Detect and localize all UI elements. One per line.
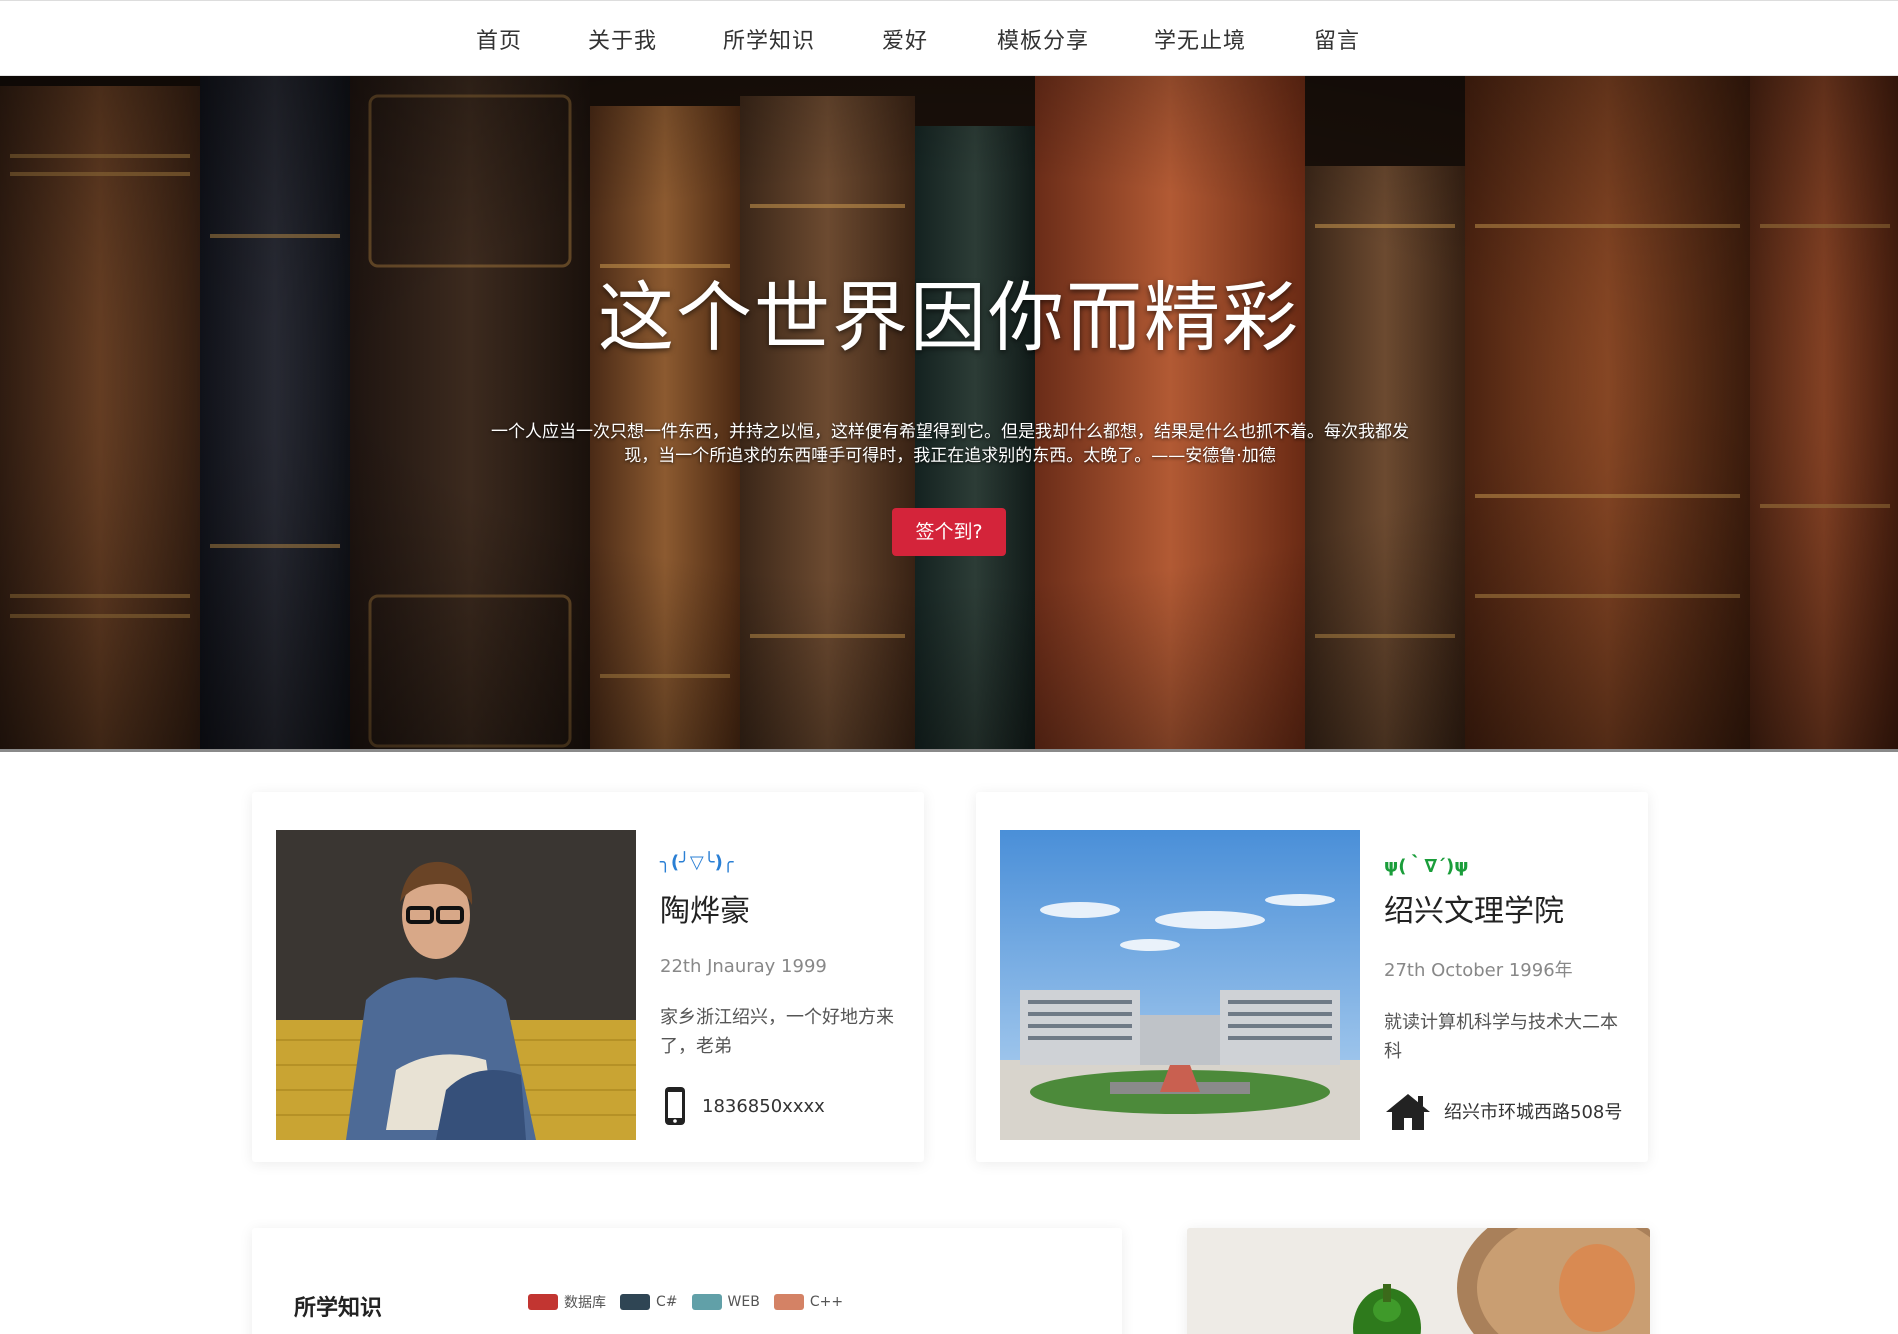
profile-kaomoji: ╮(╯▽╰)╭ <box>660 852 734 873</box>
campus-building-image <box>1000 830 1360 1140</box>
home-icon <box>1386 1094 1430 1130</box>
profile-birthdate: 22th Jnauray 1999 <box>660 956 827 977</box>
nav-item-label: 关于我 <box>588 29 658 54</box>
skills-card: 所学知识 数据库 C# WEB C++ <box>252 1228 1122 1334</box>
nav-item-about[interactable]: 关于我 <box>588 23 657 55</box>
legend-item-database[interactable]: 数据库 <box>528 1292 606 1312</box>
legend-swatch <box>773 1294 804 1310</box>
food-ingredients-image <box>1187 1228 1650 1334</box>
school-info: ψ(｀∇´)ψ 绍兴文理学院 27th October 1996年 就读计算机科… <box>1384 852 1634 1132</box>
nav-item-label: 留言 <box>1314 29 1361 54</box>
hobby-image-card <box>1187 1228 1650 1334</box>
school-description: 就读计算机科学与技术大二本科 <box>1384 1012 1618 1062</box>
mobile-phone-icon <box>665 1087 685 1125</box>
nav-item-templates[interactable]: 模板分享 <box>997 23 1089 55</box>
profile-phone: 1836850xxxx <box>702 1095 825 1117</box>
man-reading-image <box>276 830 636 1140</box>
legend-swatch <box>620 1294 650 1310</box>
profile-card: ╮(╯▽╰)╭ 陶烨豪 22th Jnauray 1999 家乡浙江绍兴，一个好… <box>252 792 924 1162</box>
school-founded-date: 27th October 1996年 <box>1384 960 1573 981</box>
legend-swatch <box>528 1294 558 1310</box>
nav-item-home[interactable]: 首页 <box>476 23 522 55</box>
skills-legend: 数据库 C# WEB C++ <box>528 1292 857 1312</box>
school-address: 绍兴市环城西路508号 <box>1444 1102 1623 1123</box>
legend-label: 数据库 <box>564 1295 606 1311</box>
legend-label: C# <box>656 1294 678 1310</box>
hero-title: 这个世界因你而精彩 <box>598 273 1300 362</box>
legend-label: WEB <box>727 1294 760 1310</box>
legend-item-cpp[interactable]: C++ <box>773 1294 844 1310</box>
school-card: ψ(｀∇´)ψ 绍兴文理学院 27th October 1996年 就读计算机科… <box>976 792 1648 1162</box>
legend-label: C++ <box>809 1294 844 1310</box>
school-photo <box>1000 830 1360 1140</box>
profile-phone-row: 1836850xxxx <box>660 1085 910 1127</box>
top-navigation: 首页 关于我 所学知识 爱好 模板分享 学无止境 留言 <box>0 0 1898 76</box>
nav-item-label: 模板分享 <box>997 29 1090 54</box>
school-address-row: 绍兴市环城西路508号 <box>1384 1090 1634 1132</box>
nav-item-learning[interactable]: 学无止境 <box>1154 23 1246 55</box>
nav-item-label: 首页 <box>476 29 523 54</box>
nav-item-label: 学无止境 <box>1154 29 1247 54</box>
profile-name: 陶烨豪 <box>660 894 750 929</box>
checkin-button[interactable]: 签个到? <box>892 508 1006 556</box>
nav-item-messages[interactable]: 留言 <box>1314 23 1360 55</box>
nav-item-hobbies[interactable]: 爱好 <box>882 23 928 55</box>
school-name: 绍兴文理学院 <box>1384 894 1564 929</box>
legend-item-web[interactable]: WEB <box>691 1294 760 1310</box>
hero-banner: 这个世界因你而精彩 一个人应当一次只想一件东西，并持之以恒，这样便有希望得到它。… <box>0 76 1898 752</box>
profile-photo <box>276 830 636 1140</box>
profile-description: 家乡浙江绍兴，一个好地方来了，老弟 <box>660 1007 894 1057</box>
legend-item-csharp[interactable]: C# <box>620 1294 678 1310</box>
school-kaomoji: ψ(｀∇´)ψ <box>1384 856 1469 877</box>
profile-info: ╮(╯▽╰)╭ 陶烨豪 22th Jnauray 1999 家乡浙江绍兴，一个好… <box>660 852 910 1127</box>
nav-item-label: 爱好 <box>882 29 929 54</box>
legend-swatch <box>691 1294 722 1310</box>
hero-quote: 一个人应当一次只想一件东西，并持之以恒，这样便有希望得到它。但是我却什么都想，结… <box>491 422 1409 466</box>
bookshelf-background-image <box>0 76 1898 749</box>
nav-item-knowledge[interactable]: 所学知识 <box>723 23 815 55</box>
skills-title: 所学知识 <box>294 1296 383 1321</box>
nav-item-label: 所学知识 <box>723 29 816 54</box>
